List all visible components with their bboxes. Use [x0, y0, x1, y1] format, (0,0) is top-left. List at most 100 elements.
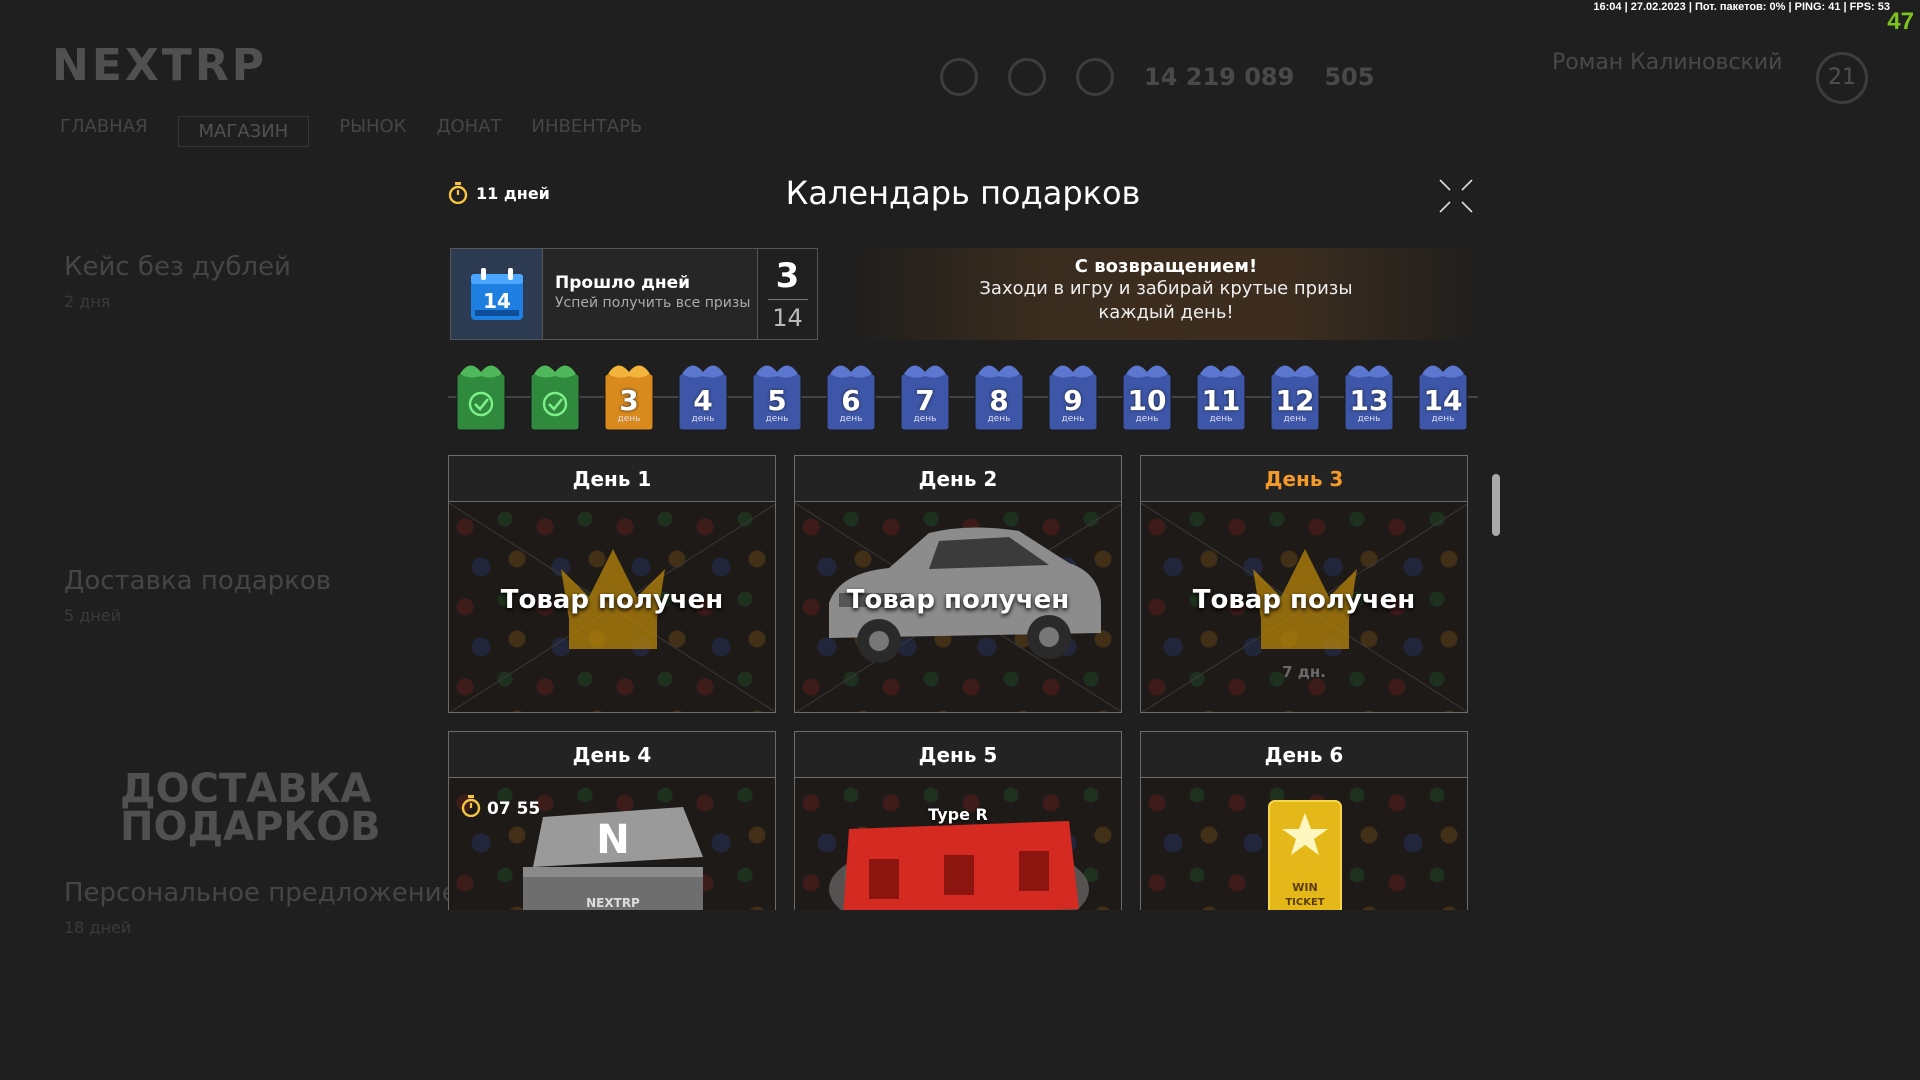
welcome-line-1: Заходи в игру и забирай крутые призы	[979, 278, 1353, 299]
gift-day-label: день	[1209, 414, 1233, 424]
days-passed-title: Прошло дней	[555, 273, 691, 293]
welcome-banner: С возвращением! Заходи в игру и забирай …	[856, 248, 1476, 340]
gift-day-number: 6	[841, 384, 861, 417]
received-status: Товар получен	[846, 585, 1070, 615]
card-title: День 1	[449, 456, 775, 502]
gift-progress-row: 3 день 4 день 5 день 6 день 7 день 8 день 9 день 10 ден…	[448, 358, 1478, 438]
gift-box-day-14[interactable]: 14 день	[1414, 358, 1472, 434]
svg-text:N: N	[596, 817, 629, 863]
gift-calendar-modal: 11 дней Календарь подарков 14 Прошло дне…	[448, 170, 1478, 910]
background-banner: ДОСТАВКА ПОДАРКОВ	[120, 766, 381, 850]
game-logo: NEXTRP	[52, 40, 267, 91]
status-bar: 16:04 | 27.02.2023 | Пот. пакетов: 0% | …	[1593, 1, 1890, 13]
side-offer-title: Кейс без дублей	[64, 252, 291, 282]
card-timer: 07 55	[461, 795, 540, 822]
days-current: 3	[775, 255, 800, 296]
ticket-text-ticket: TICKET	[1285, 897, 1324, 908]
svg-text:NEXTRP: NEXTRP	[586, 896, 640, 910]
expire-time: 7 дн.	[1282, 663, 1326, 681]
stopwatch-icon	[461, 795, 481, 822]
close-icon	[1439, 179, 1473, 213]
card-title: День 6	[1141, 732, 1467, 778]
reward-card-day-3[interactable]: День 3 Товар получен 7 дн.	[1140, 455, 1468, 713]
gift-box-day-3[interactable]: 3 день	[600, 358, 658, 434]
gift-day-label: день	[765, 414, 789, 424]
gift-box-day-11[interactable]: 11 день	[1192, 358, 1250, 434]
menu-item-donate: ДОНАТ	[436, 116, 502, 137]
reward-card-day-4[interactable]: День 4 N NEXTRP 07 55	[448, 731, 776, 910]
background-menu: ГЛАВНАЯ МАГАЗИН РЫНОК ДОНАТ ИНВЕНТАРЬ	[60, 116, 642, 147]
ticket-text-win: WIN	[1292, 881, 1317, 894]
gift-box-day-4[interactable]: 4 день	[674, 358, 732, 434]
hud-money: 14 219 089	[1144, 63, 1295, 91]
menu-item-main: ГЛАВНАЯ	[60, 116, 148, 137]
gift-box-day-9[interactable]: 9 день	[1044, 358, 1102, 434]
side-offer-title: Персональное предложение	[64, 878, 458, 908]
gift-day-number: 11	[1201, 384, 1241, 417]
card-title: День 5	[795, 732, 1121, 778]
days-total: 14	[772, 303, 803, 332]
received-status: Товар получен	[500, 585, 724, 615]
reward-card-day-6[interactable]: День 6 WIN TICKET	[1140, 731, 1468, 910]
gift-day-label: день	[1283, 414, 1307, 424]
reward-card-day-2[interactable]: День 2 Товар получен	[794, 455, 1122, 713]
cards-scrollbar[interactable]	[1492, 474, 1500, 536]
side-offer-title: Доставка подарков	[64, 566, 332, 596]
calendar-icon: 14	[451, 249, 543, 339]
gift-box-day-2[interactable]	[526, 358, 584, 434]
gift-box-icon	[530, 365, 580, 431]
gift-day-number: 14	[1423, 384, 1463, 417]
gift-day-number: 10	[1127, 384, 1167, 417]
menu-item-market: РЫНОК	[339, 116, 407, 137]
reward-card-day-1[interactable]: День 1 Товар получен	[448, 455, 776, 713]
hud-gear-icon	[1076, 58, 1114, 96]
prize-label: Type R	[928, 805, 988, 824]
gift-box-day-8[interactable]: 8 день	[970, 358, 1028, 434]
welcome-title: С возвращением!	[1074, 256, 1258, 277]
card-title: День 3	[1141, 456, 1467, 502]
hud-clock-icon	[940, 58, 978, 96]
gift-day-label: день	[1135, 414, 1159, 424]
gift-box-icon	[456, 365, 506, 431]
gift-day-label: день	[913, 414, 937, 424]
days-counter: 3 14	[757, 249, 817, 339]
gift-box-day-5[interactable]: 5 день	[748, 358, 806, 434]
gift-day-number: 9	[1063, 384, 1083, 417]
welcome-line-2: каждый день!	[1098, 302, 1234, 323]
gift-day-number: 12	[1275, 384, 1315, 417]
gift-day-label: день	[987, 414, 1011, 424]
fps-overlay: 47	[1887, 8, 1914, 35]
gift-day-label: день	[839, 414, 863, 424]
received-status: Товар получен	[1192, 585, 1416, 615]
gift-box-day-1[interactable]	[452, 358, 510, 434]
side-offer-sub: 5 дней	[64, 606, 122, 625]
gift-day-label: день	[1357, 414, 1381, 424]
gift-day-number: 3	[619, 384, 639, 417]
gift-box-day-10[interactable]: 10 день	[1118, 358, 1176, 434]
card-timer-text: 07 55	[487, 798, 541, 819]
background-hud: 14 219 089 505	[940, 58, 1374, 96]
hud-coins: 505	[1324, 63, 1375, 91]
close-button[interactable]	[1436, 176, 1476, 216]
gift-day-label: день	[1431, 414, 1455, 424]
user-name: Роман Калиновский	[1552, 50, 1783, 75]
side-offer-sub: 2 дня	[64, 292, 111, 311]
reward-cards-grid: День 1 Товар получен День 2 Товар получе…	[448, 455, 1478, 910]
gift-box-day-12[interactable]: 12 день	[1266, 358, 1324, 434]
card-title: День 2	[795, 456, 1121, 502]
gift-day-label: день	[1061, 414, 1085, 424]
gift-box-day-6[interactable]: 6 день	[822, 358, 880, 434]
side-offer-sub: 18 дней	[64, 918, 132, 937]
days-passed-panel: 14 Прошло дней Успей получить все призы …	[450, 248, 818, 340]
menu-item-shop: МАГАЗИН	[177, 116, 310, 147]
gift-box-day-13[interactable]: 13 день	[1340, 358, 1398, 434]
reward-card-day-5[interactable]: День 5 Type R	[794, 731, 1122, 910]
days-passed-subtitle: Успей получить все призы	[555, 295, 751, 311]
win-ticket-icon: WIN TICKET	[1268, 800, 1342, 910]
calendar-icon-text: 14	[483, 289, 511, 313]
gift-day-number: 7	[915, 384, 935, 417]
modal-title: Календарь подарков	[785, 174, 1141, 212]
gift-day-label: день	[617, 414, 641, 424]
gift-box-day-7[interactable]: 7 день	[896, 358, 954, 434]
gift-day-number: 8	[989, 384, 1009, 417]
